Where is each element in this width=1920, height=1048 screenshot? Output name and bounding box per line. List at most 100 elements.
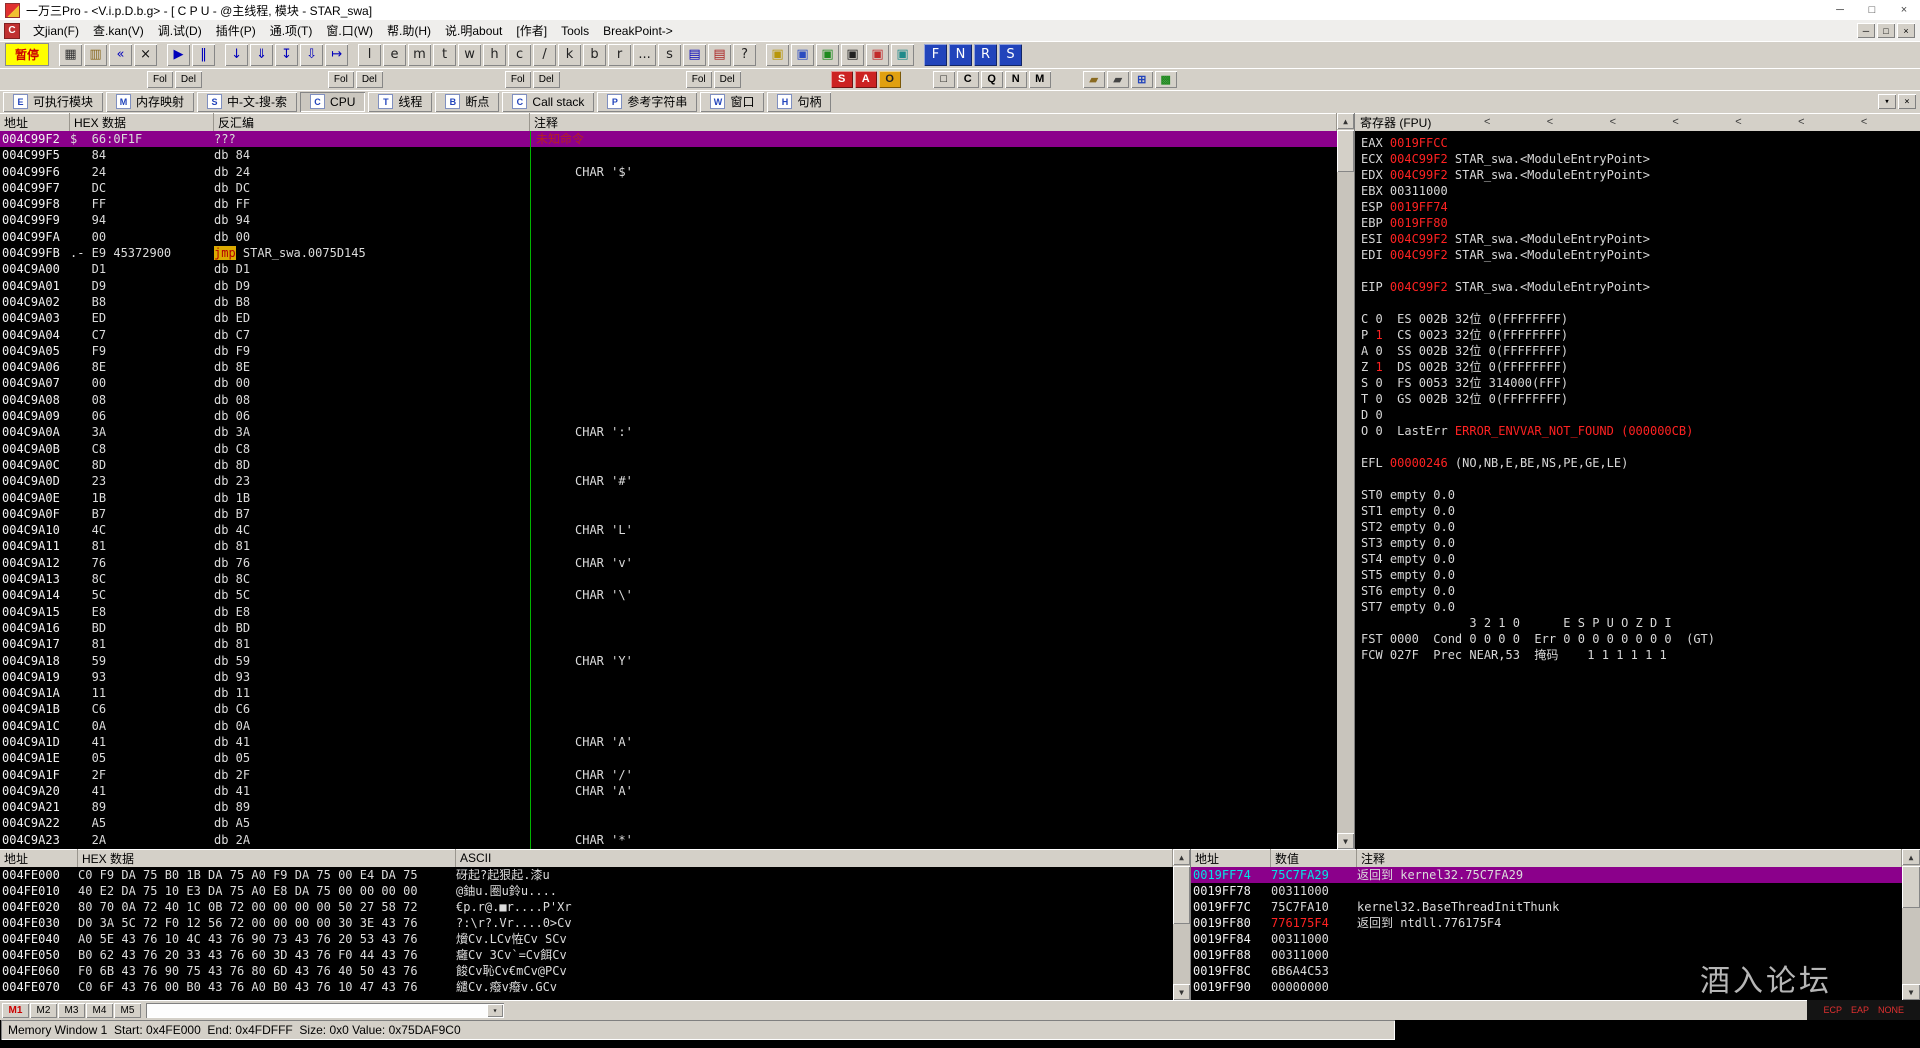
delete-button[interactable]: Del — [714, 71, 741, 88]
executable-modules-button[interactable]: e — [383, 44, 406, 66]
memory-map-button[interactable]: m — [408, 44, 431, 66]
disasm-row[interactable]: 004C9A07 00db 00 — [0, 375, 1337, 391]
register-line[interactable]: D 0 — [1361, 407, 1920, 423]
disasm-row[interactable]: 004C9A19 93db 93 — [0, 669, 1337, 685]
disasm-row[interactable]: 004C9A15 E8db E8 — [0, 604, 1337, 620]
disasm-row[interactable]: 004C99FA 00db 00 — [0, 229, 1337, 245]
step-over-icon[interactable]: ⇓ — [250, 44, 273, 66]
disasm-row[interactable]: 004C9A14 5Cdb 5CCHAR '\' — [0, 587, 1337, 603]
tab-close-icon[interactable]: × — [1898, 94, 1916, 109]
disasm-row[interactable]: 004C9A10 4Cdb 4CCHAR 'L' — [0, 522, 1337, 538]
scroll-thumb[interactable] — [1337, 130, 1354, 172]
stack-row[interactable]: 0019FF80776175F4返回到 ntdll.776175F4 — [1191, 915, 1902, 931]
references-button[interactable]: r — [608, 44, 631, 66]
menu-item-3[interactable]: 调.试(D) — [151, 20, 209, 41]
register-line[interactable]: ST2 empty 0.0 — [1361, 519, 1920, 535]
combo-dropdown-icon[interactable]: ▾ — [487, 1004, 503, 1017]
scroll-thumb[interactable] — [1902, 866, 1920, 908]
disassembly-scrollbar[interactable]: ▲▼ — [1337, 113, 1354, 849]
dump-row[interactable]: 004FE050B0 62 43 76 20 33 43 76 60 3D 43… — [0, 947, 1173, 963]
register-line[interactable]: EBX 00311000 — [1361, 183, 1920, 199]
open-folder-icon[interactable]: ▥ — [84, 44, 107, 66]
quick-button[interactable]: Q — [981, 71, 1003, 88]
disasm-row[interactable]: 004C9A22 A5db A5 — [0, 815, 1337, 831]
register-line[interactable]: FCW 027F Prec NEAR,53 掩码 1 1 1 1 1 1 — [1361, 647, 1920, 663]
grid-icon[interactable]: ⊞ — [1131, 71, 1153, 88]
restart-icon[interactable]: « — [109, 44, 132, 66]
tool-blue-icon[interactable]: ▣ — [791, 44, 814, 66]
delete-button[interactable]: Del — [175, 71, 202, 88]
menu-item-10[interactable]: Tools — [554, 20, 596, 41]
register-line[interactable]: Z 1 DS 002B 32位 0(FFFFFFFF) — [1361, 359, 1920, 375]
log-window-button[interactable]: l — [358, 44, 381, 66]
mdi-restore-button[interactable]: □ — [1877, 23, 1895, 38]
mark-button[interactable]: M — [1029, 71, 1051, 88]
source-button[interactable]: s — [658, 44, 681, 66]
dump-row[interactable]: 004FE070C0 6F 43 76 00 B0 43 76 A0 B0 43… — [0, 979, 1173, 995]
menu-item-1[interactable]: 文jian(F) — [26, 20, 86, 41]
disasm-row[interactable]: 004C9A0D 23db 23CHAR '#' — [0, 473, 1337, 489]
disasm-row[interactable]: 004C9A21 89db 89 — [0, 799, 1337, 815]
maximize-button[interactable]: □ — [1856, 0, 1888, 20]
mdi-minimize-button[interactable]: ─ — [1857, 23, 1875, 38]
tool-yellow-icon[interactable]: ▣ — [766, 44, 789, 66]
scroll-down-icon[interactable]: ▼ — [1173, 984, 1190, 1000]
register-line[interactable]: EIP 004C99F2 STAR_swa.<ModuleEntryPoint> — [1361, 279, 1920, 295]
scroll-thumb[interactable] — [1173, 866, 1190, 924]
threads-button[interactable]: t — [433, 44, 456, 66]
flag-f-button[interactable]: F — [924, 44, 947, 66]
register-line[interactable]: ST7 empty 0.0 — [1361, 599, 1920, 615]
tab-references[interactable]: P参考字符串 — [597, 92, 697, 112]
dump-row[interactable]: 004FE030D0 3A 5C 72 F0 12 56 72 00 00 00… — [0, 915, 1173, 931]
register-line[interactable]: ST3 empty 0.0 — [1361, 535, 1920, 551]
follow-button[interactable]: Fol — [147, 71, 173, 88]
disasm-row[interactable]: 004C9A23 2Adb 2ACHAR '*' — [0, 832, 1337, 848]
register-line[interactable]: A 0 SS 002B 32位 0(FFFFFFFF) — [1361, 343, 1920, 359]
execute-till-return-icon[interactable]: ↦ — [325, 44, 348, 66]
disasm-row[interactable]: 004C9A0A 3Adb 3ACHAR ':' — [0, 424, 1337, 440]
flag-r-button[interactable]: R — [974, 44, 997, 66]
disasm-row[interactable]: 004C9A04 C7db C7 — [0, 327, 1337, 343]
scroll-down-icon[interactable]: ▼ — [1902, 984, 1920, 1000]
edit-icon[interactable]: ▰ — [1083, 71, 1105, 88]
tab-memory-map[interactable]: M内存映射 — [106, 92, 194, 112]
tool-black-icon[interactable]: ▣ — [841, 44, 864, 66]
stamp-icon[interactable]: ▰ — [1107, 71, 1129, 88]
disasm-row[interactable]: 004C99F7 DCdb DC — [0, 180, 1337, 196]
tab-call-stack[interactable]: CCall stack — [502, 92, 594, 112]
list-blue-icon[interactable]: ▤ — [683, 44, 706, 66]
tab-cpu[interactable]: CCPU — [300, 92, 365, 112]
tab-breakpoints[interactable]: B断点 — [435, 92, 499, 112]
menu-item-4[interactable]: 插件(P) — [209, 20, 263, 41]
disasm-row[interactable]: 004C9A08 08db 08 — [0, 392, 1337, 408]
register-line[interactable]: ST5 empty 0.0 — [1361, 567, 1920, 583]
disasm-row[interactable]: 004C9A13 8Cdb 8C — [0, 571, 1337, 587]
register-line[interactable]: T 0 GS 002B 32位 0(FFFFFFFF) — [1361, 391, 1920, 407]
collapse-arrow-icon[interactable]: < — [1731, 116, 1745, 128]
scroll-up-icon[interactable]: ▲ — [1337, 113, 1354, 129]
name-button[interactable]: N — [1005, 71, 1027, 88]
disasm-row[interactable]: 004C99FB.- E9 45372900jmp STAR_swa.0075D… — [0, 245, 1337, 261]
list-red-icon[interactable]: ▤ — [708, 44, 731, 66]
flag-n-button[interactable]: N — [949, 44, 972, 66]
stack-row[interactable]: 0019FF7C75C7FA10kernel32.BaseThreadInitT… — [1191, 899, 1902, 915]
delete-button[interactable]: Del — [356, 71, 383, 88]
tab-handles[interactable]: H句柄 — [767, 92, 831, 112]
register-line[interactable]: 3 2 1 0 E S P U O Z D I — [1361, 615, 1920, 631]
dump-row[interactable]: 004FE040A0 5E 43 76 10 4C 43 76 90 73 43… — [0, 931, 1173, 947]
memory-tab-m1[interactable]: M1 — [2, 1003, 29, 1018]
dump-row[interactable]: 004FE02080 70 0A 72 40 1C 0B 72 00 00 00… — [0, 899, 1173, 915]
disasm-row[interactable]: 004C9A16 BDdb BD — [0, 620, 1337, 636]
follow-button[interactable]: Fol — [505, 71, 531, 88]
tab-threads[interactable]: T线程 — [368, 92, 432, 112]
mdi-close-button[interactable]: × — [1897, 23, 1915, 38]
disasm-row[interactable]: 004C99F5 84db 84 — [0, 147, 1337, 163]
disasm-row[interactable]: 004C9A03 EDdb ED — [0, 310, 1337, 326]
register-line[interactable]: EBP 0019FF80 — [1361, 215, 1920, 231]
close-program-icon[interactable]: × — [134, 44, 157, 66]
call-stack-button[interactable]: k — [558, 44, 581, 66]
menu-item-9[interactable]: [作者] — [509, 20, 554, 41]
follow-button[interactable]: Fol — [686, 71, 712, 88]
memory-tab-m2[interactable]: M2 — [30, 1003, 57, 1018]
register-line[interactable]: ST4 empty 0.0 — [1361, 551, 1920, 567]
